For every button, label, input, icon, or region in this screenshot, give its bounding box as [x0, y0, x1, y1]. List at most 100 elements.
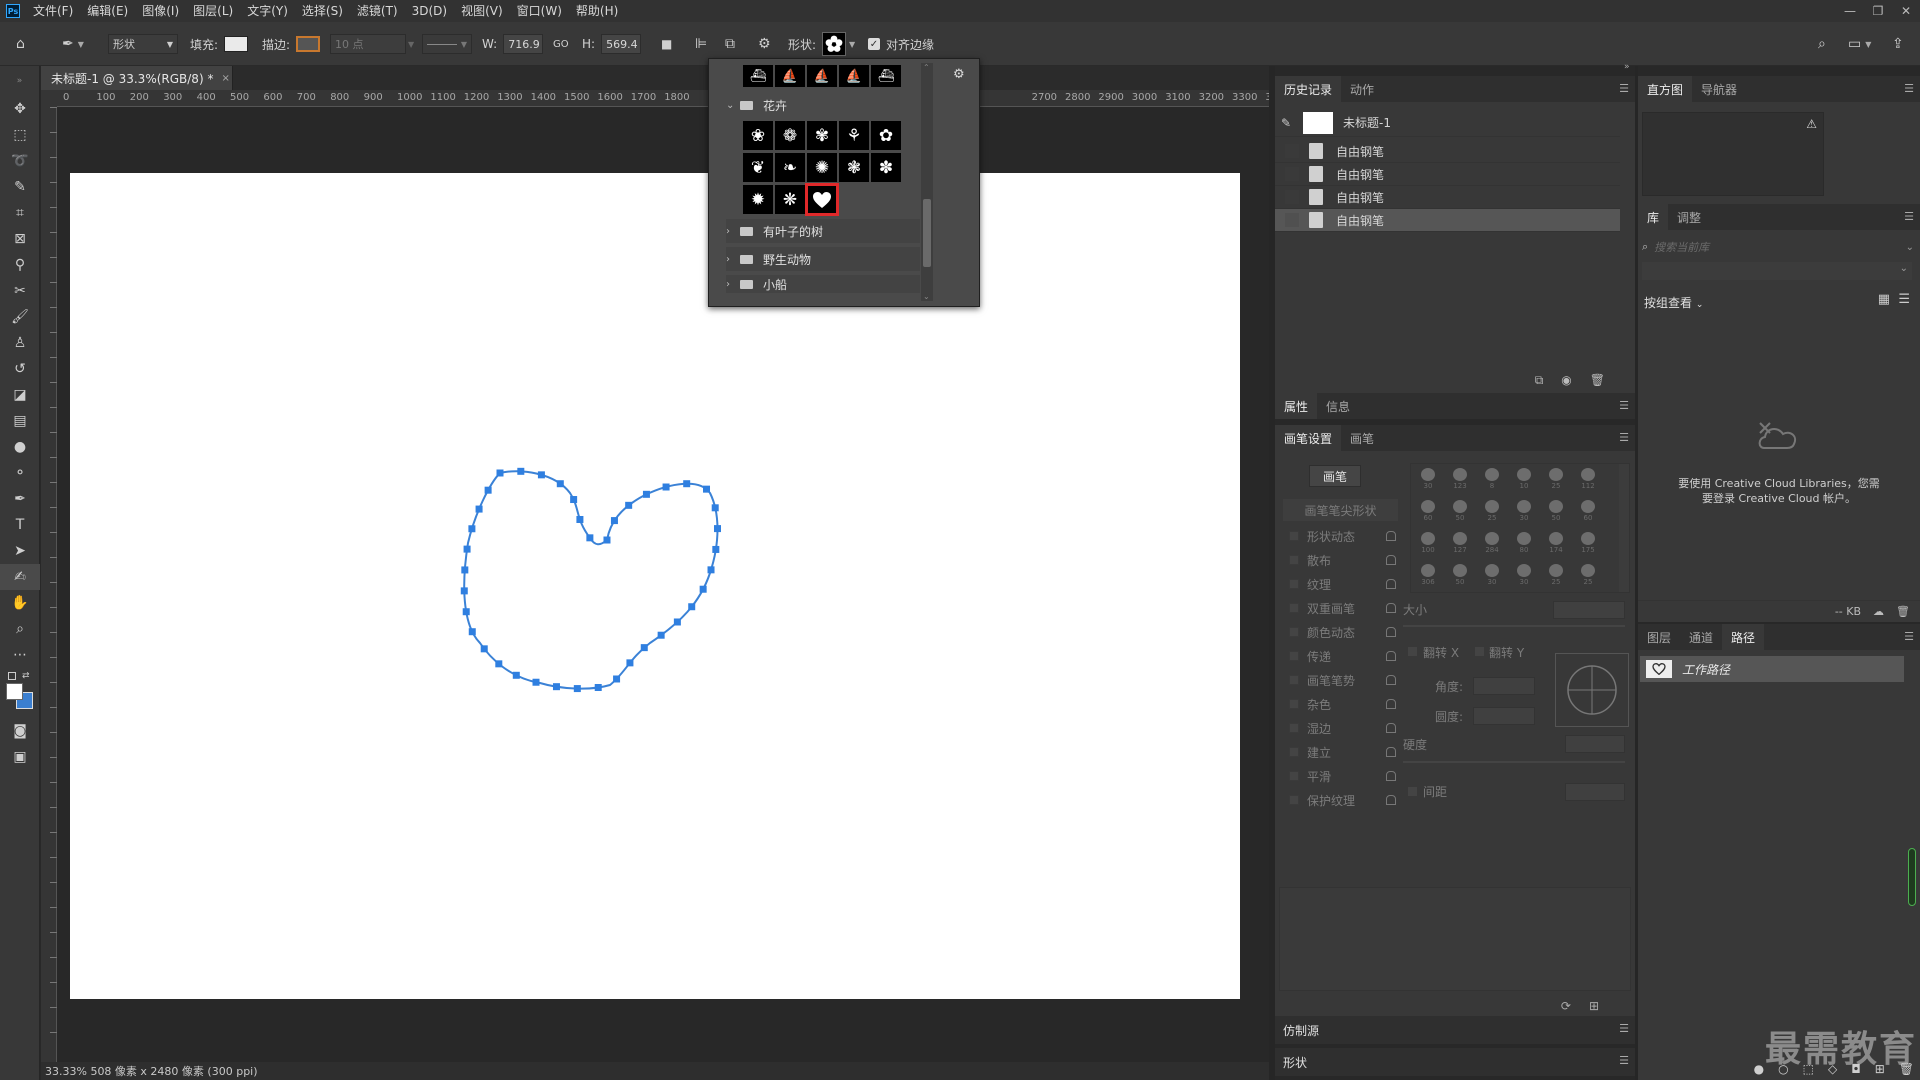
- lasso-tool-icon[interactable]: ➰: [0, 148, 40, 174]
- path-anchor-point[interactable]: [517, 467, 525, 475]
- tab-layers[interactable]: 图层: [1638, 624, 1680, 650]
- path-anchor-point[interactable]: [712, 545, 720, 553]
- collapse-toolbar-icon[interactable]: »: [0, 66, 39, 96]
- menu-select[interactable]: 选择(S): [295, 0, 350, 22]
- brush-preset[interactable]: 25: [1545, 564, 1567, 586]
- menu-help[interactable]: 帮助(H): [569, 0, 625, 22]
- panel-menu-icon[interactable]: ☰: [1619, 431, 1629, 444]
- frame-tool-icon[interactable]: ⊠: [0, 226, 40, 252]
- tab-brushes[interactable]: 画笔: [1341, 425, 1383, 451]
- lock-icon[interactable]: [1386, 579, 1396, 589]
- flower-shape-icon[interactable]: ❃: [839, 153, 869, 182]
- lock-icon[interactable]: [1386, 747, 1396, 757]
- presets-scrollbar[interactable]: [1619, 464, 1629, 592]
- brush-preset[interactable]: 175: [1577, 532, 1599, 554]
- brush-preset[interactable]: 50: [1449, 564, 1471, 586]
- chevron-down-icon[interactable]: ▼: [78, 40, 84, 49]
- history-snapshot[interactable]: ✎ 未标题-1: [1275, 109, 1620, 137]
- camera-icon[interactable]: ◉: [1561, 373, 1571, 388]
- shape-picker-scrollbar[interactable]: ⌃ ⌄: [921, 63, 933, 301]
- panel-menu-icon[interactable]: ☰: [1904, 630, 1914, 643]
- brush-option-row[interactable]: 湿边: [1283, 716, 1398, 740]
- hardness-input[interactable]: [1565, 735, 1625, 753]
- submarine-shape-icon[interactable]: ⛴: [871, 65, 901, 87]
- new-brush-icon[interactable]: ⊞: [1589, 999, 1599, 1013]
- brush-preset[interactable]: 30: [1417, 468, 1439, 490]
- flower-shape-icon[interactable]: ✾: [807, 121, 837, 150]
- path-anchor-point[interactable]: [683, 480, 691, 488]
- move-tool-icon[interactable]: ✥: [0, 96, 40, 122]
- stroke-swatch[interactable]: [296, 36, 321, 52]
- brush-preset[interactable]: 8: [1481, 468, 1503, 490]
- path-anchor-point[interactable]: [462, 608, 470, 616]
- brush-preset[interactable]: 50: [1545, 500, 1567, 522]
- dodge-tool-icon[interactable]: ⚬: [0, 460, 40, 486]
- flower-shape-icon[interactable]: ❁: [775, 121, 805, 150]
- path-anchor-point[interactable]: [570, 496, 578, 504]
- flower-shape-icon[interactable]: ❀: [743, 121, 773, 150]
- menu-type[interactable]: 文字(Y): [240, 0, 295, 22]
- gradient-tool-icon[interactable]: ▤: [0, 408, 40, 434]
- trash-icon[interactable]: 🗑: [1896, 605, 1910, 618]
- boat-shape-icon[interactable]: ⛵: [775, 65, 805, 87]
- brush-preset[interactable]: 112: [1577, 468, 1599, 490]
- menu-view[interactable]: 视图(V): [454, 0, 510, 22]
- path-arrangement-icon[interactable]: ⧉: [725, 36, 735, 52]
- scrollbar-thumb[interactable]: [923, 199, 931, 267]
- lock-icon[interactable]: [1386, 531, 1396, 541]
- flower-shape-icon[interactable]: ❋: [775, 185, 805, 214]
- path-anchor-point[interactable]: [495, 660, 503, 668]
- tool-mode-select[interactable]: 形状 ▼: [108, 34, 178, 54]
- stroke-type-select[interactable]: ▼: [422, 34, 472, 54]
- brush-option-row[interactable]: 纹理: [1283, 572, 1398, 596]
- path-anchor-point[interactable]: [468, 525, 476, 533]
- path-anchor-point[interactable]: [713, 525, 721, 533]
- path-operations-icon[interactable]: ■: [661, 37, 672, 51]
- shape-picker-button[interactable]: [822, 32, 847, 56]
- tab-navigator[interactable]: 导航器: [1692, 76, 1746, 102]
- path-selection-tool-icon[interactable]: ➤: [0, 538, 40, 564]
- brush-option-checkbox[interactable]: [1289, 795, 1299, 805]
- tab-libraries[interactable]: 库: [1638, 204, 1669, 230]
- brush-option-row[interactable]: 建立: [1283, 740, 1398, 764]
- brush-preset[interactable]: 123: [1449, 468, 1471, 490]
- tab-paths[interactable]: 路径: [1722, 624, 1765, 650]
- freeform-pen-tool-icon[interactable]: ✒: [62, 36, 74, 52]
- document-canvas[interactable]: [70, 173, 1240, 999]
- brush-option-checkbox[interactable]: [1289, 555, 1299, 565]
- brush-tip-shape-item[interactable]: 画笔笔尖形状: [1283, 499, 1398, 521]
- shape-folder-boats[interactable]: › 小船: [726, 275, 920, 293]
- scroll-up-icon[interactable]: ⌃: [923, 63, 930, 72]
- path-anchor-point[interactable]: [576, 515, 584, 523]
- brush-option-checkbox[interactable]: [1289, 603, 1299, 613]
- path-anchor-point[interactable]: [556, 480, 564, 488]
- brush-option-row[interactable]: 平滑: [1283, 764, 1398, 788]
- brush-option-checkbox[interactable]: [1289, 579, 1299, 589]
- path-anchor-point[interactable]: [532, 678, 540, 686]
- eyedropper-tool-icon[interactable]: ⚲: [0, 252, 40, 278]
- home-icon[interactable]: ⌂: [16, 36, 25, 52]
- gear-icon[interactable]: ⚙: [758, 36, 771, 52]
- chevron-down-icon[interactable]: ▼: [849, 40, 855, 49]
- history-item[interactable]: 自由钢笔: [1275, 140, 1620, 163]
- chevron-down-icon[interactable]: ▼: [408, 40, 414, 49]
- tab-actions[interactable]: 动作: [1341, 76, 1383, 102]
- path-anchor-point[interactable]: [552, 683, 560, 691]
- brush-option-checkbox[interactable]: [1289, 771, 1299, 781]
- lock-icon[interactable]: [1386, 675, 1396, 685]
- brush-preset[interactable]: 127: [1449, 532, 1471, 554]
- path-anchor-point[interactable]: [626, 659, 634, 667]
- tab-properties[interactable]: 属性: [1275, 393, 1318, 419]
- lock-icon[interactable]: [1386, 723, 1396, 733]
- path-anchor-point[interactable]: [594, 684, 602, 692]
- clone-stamp-tool-icon[interactable]: ♙: [0, 330, 40, 356]
- zoom-tool-icon[interactable]: ⌕: [0, 616, 40, 642]
- history-item-selected[interactable]: 自由钢笔: [1275, 209, 1620, 232]
- menu-3d[interactable]: 3D(D): [405, 0, 454, 22]
- path-anchor-point[interactable]: [460, 587, 468, 595]
- path-anchor-point[interactable]: [657, 631, 665, 639]
- more-tools-icon[interactable]: ⋯: [0, 642, 40, 668]
- restore-button[interactable]: ❐: [1864, 0, 1892, 22]
- menu-window[interactable]: 窗口(W): [510, 0, 569, 22]
- stroke-width-input[interactable]: 10 点: [330, 34, 406, 54]
